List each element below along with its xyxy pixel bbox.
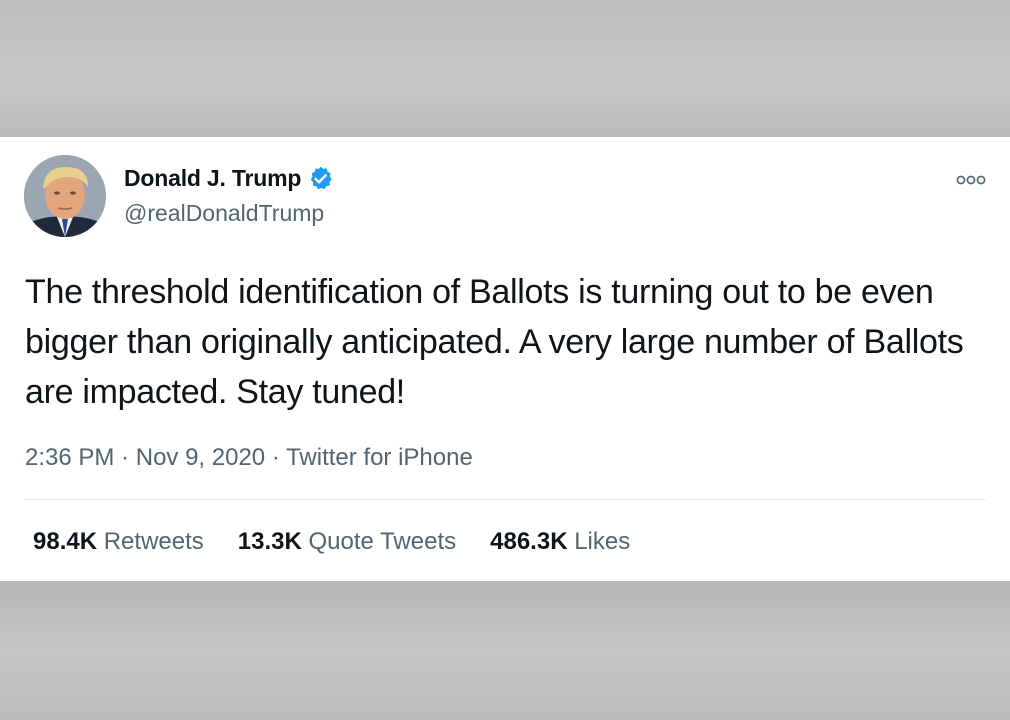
divider xyxy=(24,499,986,500)
avatar-image xyxy=(24,155,106,237)
quote-tweets-count: 13.3K xyxy=(237,528,302,555)
tweet-text: The threshold identification of Ballots … xyxy=(25,273,964,411)
quote-tweets-stat[interactable]: 13.3K Quote Tweets xyxy=(238,528,456,556)
tweet-time[interactable]: 2:36 PM xyxy=(25,444,114,471)
tweet-metadata: 2:36 PM · Nov 9, 2020 · Twitter for iPho… xyxy=(25,444,473,472)
tweet-stats: 98.4K Retweets 13.3K Quote Tweets 486.3K… xyxy=(33,528,664,556)
avatar[interactable] xyxy=(24,155,106,237)
meta-separator: · xyxy=(121,444,130,471)
likes-count: 486.3K xyxy=(490,528,568,555)
background-bottom xyxy=(0,581,1010,720)
likes-stat[interactable]: 486.3K Likes xyxy=(490,528,630,556)
background-top xyxy=(0,0,1010,137)
more-options-icon[interactable] xyxy=(956,173,986,187)
tweet-source[interactable]: Twitter for iPhone xyxy=(286,444,473,471)
meta-separator: · xyxy=(271,444,280,471)
retweets-label: Retweets xyxy=(103,528,204,555)
author-display-name[interactable]: Donald J. Trump xyxy=(124,165,301,192)
retweets-stat[interactable]: 98.4K Retweets xyxy=(33,528,204,556)
author-name-row: Donald J. Trump xyxy=(124,165,334,192)
tweet-card: Donald J. Trump @realDonaldTrump The thr… xyxy=(0,137,1010,581)
author-handle[interactable]: @realDonaldTrump xyxy=(124,200,324,227)
verified-badge-icon xyxy=(307,165,334,192)
retweets-count: 98.4K xyxy=(33,528,98,555)
quote-tweets-label: Quote Tweets xyxy=(308,528,457,555)
tweet-date[interactable]: Nov 9, 2020 xyxy=(136,444,265,471)
likes-label: Likes xyxy=(574,528,631,555)
